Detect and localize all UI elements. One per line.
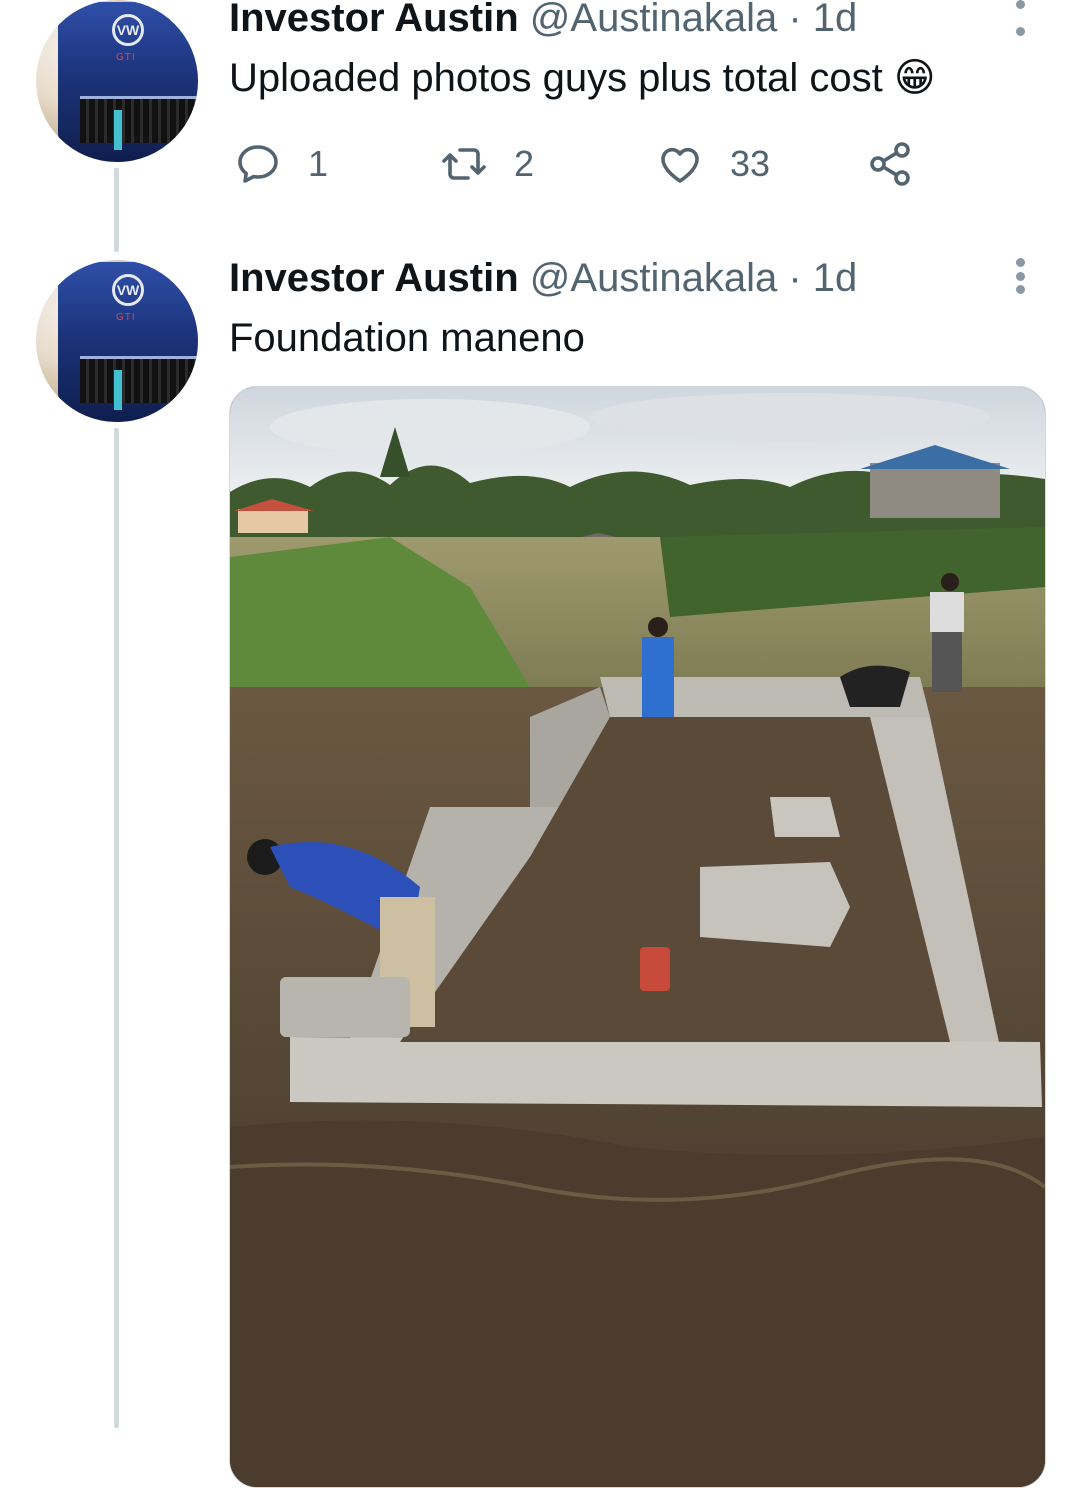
retweet-button[interactable]: 2	[440, 140, 534, 188]
tweet-text: Uploaded photos guys plus total cost 😁	[229, 54, 936, 102]
tweet-time[interactable]: 1d	[813, 0, 858, 40]
reply-count: 1	[308, 143, 329, 184]
gti-badge: GTI	[116, 312, 136, 323]
retweet-icon	[442, 148, 486, 180]
thread-line	[114, 168, 119, 252]
share-icon	[870, 142, 910, 186]
worker-figure	[840, 665, 910, 707]
tweet-header: Investor Austin @Austinakala · 1d	[229, 254, 857, 302]
retweet-count: 2	[514, 143, 535, 184]
author-name[interactable]: Investor Austin	[229, 256, 519, 300]
vw-logo-icon: VW	[112, 274, 144, 306]
tweet-text-body: Uploaded photos guys plus total cost	[229, 56, 883, 100]
tweet-time[interactable]: 1d	[813, 256, 858, 300]
avatar[interactable]: VW GTI	[36, 260, 198, 422]
like-button[interactable]: 33	[656, 140, 770, 188]
construction-site-photo	[230, 387, 1045, 1487]
tweet-header: Investor Austin @Austinakala · 1d	[229, 0, 857, 42]
thread-line	[114, 428, 119, 1428]
reply-button[interactable]: 1	[234, 140, 328, 188]
author-handle[interactable]: @Austinakala	[530, 0, 777, 40]
heart-icon	[661, 147, 699, 183]
tweet-text-body: Foundation maneno	[229, 316, 585, 360]
author-handle[interactable]: @Austinakala	[530, 256, 777, 300]
author-name[interactable]: Investor Austin	[229, 0, 519, 40]
vw-logo-icon: VW	[112, 14, 144, 46]
avatar[interactable]: VW GTI	[36, 0, 198, 162]
speech-bubble-icon	[238, 145, 278, 183]
grinning-emoji-icon: 😁	[893, 56, 936, 100]
separator-dot: ·	[788, 0, 802, 40]
tweet-photo[interactable]	[229, 386, 1046, 1488]
more-vertical-icon[interactable]	[1012, 258, 1028, 294]
more-vertical-icon[interactable]	[1012, 0, 1028, 36]
separator-dot: ·	[788, 256, 802, 300]
gti-badge: GTI	[116, 52, 136, 63]
like-count: 33	[730, 143, 771, 184]
share-button[interactable]	[866, 140, 940, 188]
tweet-text: Foundation maneno	[229, 314, 585, 362]
